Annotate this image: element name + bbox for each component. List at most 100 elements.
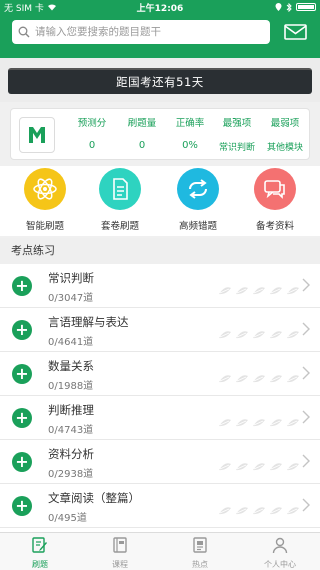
battery-icon [296, 3, 316, 11]
logo-icon [29, 127, 45, 143]
stats-card: 预测分 0 刷题量 0 正确率 0% 最强项 常识判断 最弱项 其他模块 [10, 108, 310, 160]
difficulty-leaf-icon [218, 412, 232, 431]
search-box[interactable] [12, 20, 270, 44]
book-icon [113, 537, 127, 553]
stat-accuracy: 正确率 0% [167, 115, 213, 151]
quick-action-label: 高频错题 [178, 221, 217, 232]
difficulty-leaf-icon [269, 500, 283, 519]
message-button[interactable] [282, 21, 310, 43]
practice-row[interactable]: + 文章阅读（整篇） 0/495道 [0, 484, 320, 528]
document-icon [99, 168, 141, 210]
chevron-right-icon[interactable] [302, 365, 310, 381]
difficulty-rating [218, 456, 300, 475]
search-icon [18, 26, 30, 38]
location-icon [275, 3, 282, 11]
chevron-right-icon[interactable] [302, 277, 310, 293]
difficulty-leaf-icon [235, 412, 249, 431]
frequent-mistakes-button[interactable]: 高频错题 [168, 168, 228, 232]
carrier-label: 无 SIM 卡 [4, 3, 44, 14]
expand-plus-button[interactable]: + [12, 496, 32, 516]
stat-label: 预测分 [77, 118, 107, 129]
expand-plus-button[interactable]: + [12, 452, 32, 472]
practice-title: 数量关系 [48, 359, 94, 373]
tab-profile[interactable]: 个人中心 [240, 533, 320, 570]
stat-strongest: 最强项 常识判断 [214, 115, 260, 153]
difficulty-leaf-icon [252, 368, 266, 387]
status-bar: 无 SIM 卡 上午12:06 [0, 0, 320, 14]
difficulty-leaf-icon [235, 324, 249, 343]
stat-value: 0 [138, 140, 146, 151]
practice-row[interactable]: + 常识判断 0/3047道 [0, 264, 320, 308]
difficulty-leaf-icon [269, 280, 283, 299]
pencil-note-icon [32, 537, 47, 553]
difficulty-leaf-icon [218, 456, 232, 475]
study-materials-button[interactable]: 备考资料 [245, 168, 305, 232]
stat-value: 常识判断 [218, 143, 255, 153]
difficulty-rating [218, 280, 300, 299]
practice-row[interactable]: + 资料分析 0/2938道 [0, 440, 320, 484]
quick-action-label: 智能刷题 [25, 221, 64, 232]
difficulty-rating [218, 324, 300, 343]
difficulty-leaf-icon [252, 500, 266, 519]
tab-label: 个人中心 [264, 560, 296, 569]
difficulty-leaf-icon [269, 324, 283, 343]
difficulty-leaf-icon [269, 368, 283, 387]
difficulty-leaf-icon [235, 456, 249, 475]
search-input[interactable] [35, 26, 255, 38]
expand-plus-button[interactable]: + [12, 320, 32, 340]
paper-practice-button[interactable]: 套卷刷题 [90, 168, 150, 232]
expand-plus-button[interactable]: + [12, 276, 32, 296]
difficulty-leaf-icon [252, 456, 266, 475]
difficulty-leaf-icon [235, 500, 249, 519]
chevron-right-icon[interactable] [302, 453, 310, 469]
tab-practice[interactable]: 刷题 [0, 533, 80, 570]
practice-count: 0/4743道 [48, 425, 94, 436]
chevron-right-icon[interactable] [302, 497, 310, 513]
practice-row[interactable]: + 判断推理 0/4743道 [0, 396, 320, 440]
stat-label: 正确率 [175, 118, 205, 129]
difficulty-leaf-icon [252, 324, 266, 343]
chevron-right-icon[interactable] [302, 321, 310, 337]
difficulty-leaf-icon [218, 280, 232, 299]
chevron-right-icon[interactable] [302, 409, 310, 425]
difficulty-leaf-icon [235, 368, 249, 387]
difficulty-leaf-icon [218, 500, 232, 519]
practice-row[interactable]: + 言语理解与表达 0/4641道 [0, 308, 320, 352]
news-icon [193, 537, 207, 553]
difficulty-leaf-icon [252, 280, 266, 299]
wifi-icon [47, 4, 56, 11]
practice-title: 判断推理 [48, 403, 94, 417]
smart-practice-button[interactable]: 智能刷题 [15, 168, 75, 232]
difficulty-leaf-icon [286, 500, 300, 519]
tab-hot[interactable]: 热点 [160, 533, 240, 570]
difficulty-leaf-icon [286, 456, 300, 475]
bluetooth-icon [286, 2, 292, 12]
practice-row[interactable]: + 数量关系 0/1988道 [0, 352, 320, 396]
difficulty-leaf-icon [286, 280, 300, 299]
practice-count: 0/3047道 [48, 293, 94, 304]
expand-plus-button[interactable]: + [12, 408, 32, 428]
stat-value: 0 [88, 140, 96, 151]
quick-action-label: 套卷刷题 [100, 221, 139, 232]
chat-icon [254, 168, 296, 210]
difficulty-leaf-icon [218, 368, 232, 387]
tab-label: 热点 [192, 560, 208, 569]
header [0, 14, 320, 58]
section-title: 考点练习 [0, 238, 320, 264]
app-logo [19, 117, 55, 153]
difficulty-leaf-icon [269, 456, 283, 475]
stat-value: 0% [182, 140, 198, 151]
expand-plus-button[interactable]: + [12, 364, 32, 384]
practice-list: + 常识判断 0/3047道 + 言语理解与表达 0/4641道 + 数量关系 0/1988道 +… [0, 264, 320, 532]
tab-courses[interactable]: 课程 [80, 533, 160, 570]
tab-bar: 刷题 课程 热点 个人中心 [0, 532, 320, 570]
banner-area: 距国考还有51天 [0, 58, 320, 102]
difficulty-leaf-icon [235, 280, 249, 299]
stat-label: 最强项 [222, 118, 252, 129]
practice-count: 0/2938道 [48, 469, 94, 480]
difficulty-leaf-icon [286, 412, 300, 431]
stat-weakest: 最弱项 其他模块 [262, 115, 308, 153]
practice-title: 言语理解与表达 [48, 315, 129, 329]
exam-countdown-banner[interactable]: 距国考还有51天 [8, 68, 312, 94]
difficulty-leaf-icon [218, 324, 232, 343]
